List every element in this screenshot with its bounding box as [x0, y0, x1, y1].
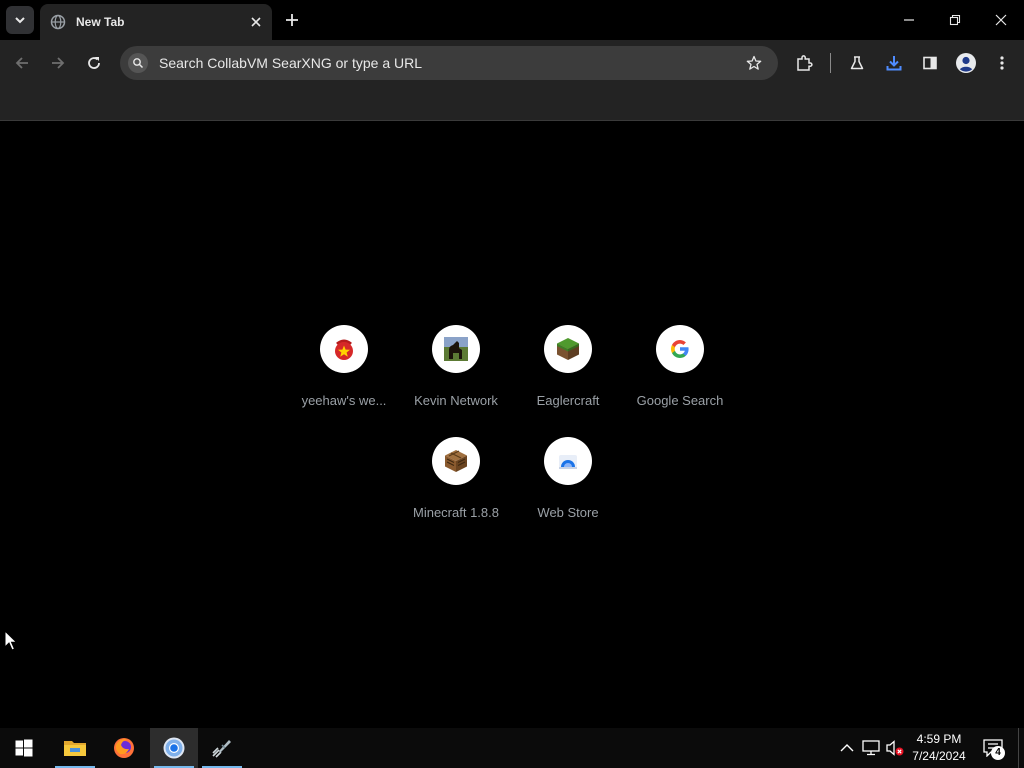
menu-button[interactable] [988, 49, 1016, 77]
side-panel-button[interactable] [916, 49, 944, 77]
crafting-table-icon [445, 450, 467, 472]
shortcut-icon-circle [544, 325, 592, 373]
star-icon [746, 55, 762, 70]
close-icon [251, 17, 261, 27]
google-icon [671, 340, 689, 358]
start-button[interactable] [0, 728, 48, 768]
labs-button[interactable] [843, 49, 871, 77]
profile-button[interactable] [952, 49, 980, 77]
shortcut-icon-circle [432, 437, 480, 485]
shortcut-icon-circle [432, 325, 480, 373]
file-explorer-icon [64, 741, 86, 756]
tab-close-button[interactable] [246, 12, 266, 32]
horse-icon [444, 337, 468, 361]
forward-button[interactable] [44, 49, 72, 77]
taskbar-chrome[interactable] [150, 728, 198, 768]
tray-overflow-button[interactable] [837, 738, 857, 758]
shortcut-label: Kevin Network [414, 393, 498, 408]
toolbar-separator [830, 53, 831, 73]
menu-icon [1000, 56, 1004, 70]
chevron-up-icon [840, 744, 854, 752]
volume-muted-icon [886, 740, 904, 756]
profile-icon [956, 53, 976, 73]
shortcut-tile[interactable]: Minecraft 1.8.8 [400, 433, 512, 545]
forward-icon [52, 57, 65, 69]
start-icon [15, 739, 33, 757]
network-icon [862, 740, 880, 756]
action-center-button[interactable]: 4 [978, 734, 1008, 762]
download-icon [886, 56, 902, 71]
close-window-button[interactable] [978, 0, 1024, 40]
shortcut-tile[interactable]: yeehaw's we... [288, 321, 400, 433]
shortcut-icon-circle [656, 325, 704, 373]
new-tab-page: yeehaw's we... Kevin Network Eaglercraft [0, 121, 1024, 728]
close-icon [995, 14, 1007, 26]
chrome-icon [163, 737, 185, 759]
shortcut-icon-circle [320, 325, 368, 373]
back-icon [15, 57, 28, 69]
restore-button[interactable] [932, 0, 978, 40]
reload-icon [88, 57, 100, 69]
web-store-icon [559, 455, 577, 469]
tab-title: New Tab [76, 15, 125, 29]
shortcut-label: Google Search [636, 393, 724, 408]
globe-icon [50, 14, 66, 30]
yeehaw-icon [335, 339, 353, 360]
tab-strip: New Tab [0, 0, 1024, 40]
clock-time: 4:59 PM [916, 732, 962, 746]
shortcut-tile[interactable]: Google Search [624, 321, 736, 433]
show-desktop-button[interactable] [1018, 728, 1024, 768]
minimize-icon [904, 19, 914, 21]
search-engine-icon [128, 53, 148, 73]
plus-icon [286, 14, 298, 26]
taskbar-clock[interactable]: 4:59 PM 7/24/2024 [904, 731, 974, 765]
app-icon [212, 740, 231, 758]
shortcut-tile[interactable]: Kevin Network [400, 321, 512, 433]
restore-icon [949, 14, 961, 26]
shortcut-label: yeehaw's we... [301, 393, 387, 408]
mouse-cursor-icon [4, 630, 18, 651]
tab-search-button[interactable] [6, 6, 34, 34]
tray-volume[interactable] [885, 738, 905, 758]
firefox-icon [114, 738, 134, 758]
tab-new-tab[interactable]: New Tab [40, 4, 272, 40]
shortcut-tile[interactable]: Eaglercraft [512, 321, 624, 433]
bookmark-star-button[interactable] [740, 49, 768, 77]
omnibox-input[interactable] [157, 54, 740, 72]
minimize-button[interactable] [886, 0, 932, 40]
labs-icon [850, 56, 864, 70]
shortcut-tile[interactable]: Web Store [512, 433, 624, 545]
omnibox[interactable] [120, 46, 778, 80]
back-button[interactable] [8, 49, 36, 77]
bookmarks-bar [0, 86, 1024, 121]
taskbar-file-explorer[interactable] [51, 728, 99, 768]
taskbar: 4:59 PM 7/24/2024 4 [0, 728, 1024, 768]
browser-toolbar [0, 40, 1024, 86]
side-panel-icon [923, 56, 937, 70]
reload-button[interactable] [80, 49, 108, 77]
chevron-down-icon [15, 17, 25, 24]
shortcut-label: Eaglercraft [536, 393, 600, 408]
shortcut-label: Web Store [537, 505, 599, 520]
downloads-button[interactable] [880, 49, 908, 77]
shortcut-icon-circle [544, 437, 592, 485]
notification-count: 4 [991, 746, 1005, 760]
extensions-icon [797, 55, 813, 71]
new-tab-button[interactable] [280, 8, 304, 32]
clock-date: 7/24/2024 [912, 749, 966, 763]
taskbar-app[interactable] [198, 728, 246, 768]
taskbar-firefox[interactable] [100, 728, 148, 768]
grass-block-icon [557, 338, 579, 360]
shortcut-label: Minecraft 1.8.8 [413, 505, 499, 520]
tray-network[interactable] [861, 738, 881, 758]
extensions-button[interactable] [790, 49, 818, 77]
